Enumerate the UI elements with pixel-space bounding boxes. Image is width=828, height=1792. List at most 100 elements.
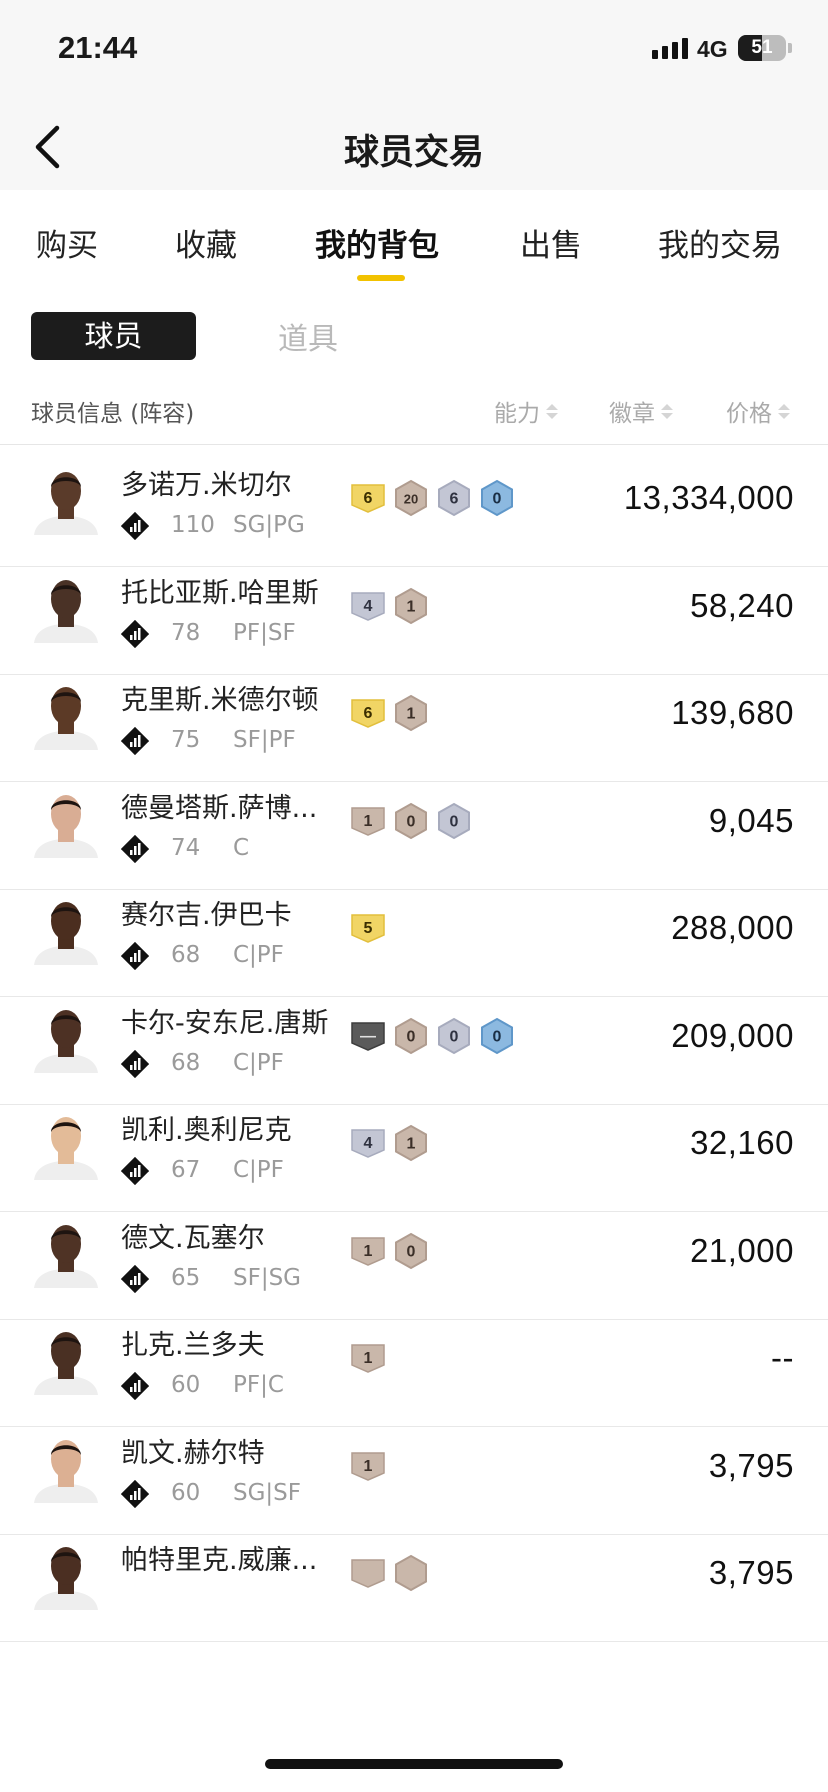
player-price: 21,000 [690, 1231, 794, 1269]
player-name: 赛尔吉.伊巴卡 [121, 900, 292, 931]
badge-bronze-icon: 1 [351, 1236, 385, 1266]
home-indicator [265, 1759, 563, 1769]
badge-value: 0 [407, 813, 416, 830]
player-row[interactable]: 扎克.兰多夫 60 PF|C 1 -- [0, 1305, 828, 1427]
badge-blue-icon: 0 [481, 479, 513, 517]
rating-chart-icon [121, 1157, 149, 1185]
back-button[interactable] [30, 122, 70, 172]
badge-bronze-icon: 1 [351, 806, 385, 836]
player-name: 德文.瓦塞尔 [121, 1222, 265, 1254]
rating-chart-icon [121, 619, 149, 648]
header-price-label: 价格 [726, 401, 772, 427]
badge-bronze-icon [351, 1559, 385, 1588]
player-position: SF|SG [233, 1264, 302, 1291]
badge-group: 6 20 6 0 [350, 479, 515, 517]
badge-bronze-icon: 1 [395, 1124, 427, 1162]
player-position: SG|PG [233, 512, 305, 538]
badge-value: 20 [404, 492, 418, 507]
signal-icon [652, 38, 688, 59]
player-row[interactable]: 德曼塔斯.萨博... 74 C 1 0 0 9,045 [0, 768, 828, 890]
player-price: 139,680 [671, 694, 794, 731]
badge-value: 1 [364, 813, 373, 830]
player-avatar [34, 1332, 98, 1395]
player-name: 凯利.奥利尼克 [121, 1115, 292, 1146]
player-row[interactable]: 德文.瓦塞尔 65 SF|SG 1 0 21,000 [0, 1198, 828, 1320]
player-row[interactable]: 赛尔吉.伊巴卡 68 C|PF 5 288,000 [0, 875, 828, 997]
player-position: PF|C [233, 1372, 284, 1398]
badge-value: 4 [364, 1135, 373, 1152]
badge-value: 1 [364, 1243, 373, 1260]
player-name: 卡尔-安东尼.唐斯 [121, 1007, 329, 1039]
rating-chart-icon [121, 1049, 149, 1078]
badge-silver-icon: 0 [438, 802, 470, 839]
badge-bronze-icon [395, 1554, 427, 1592]
rating-chart-icon [121, 512, 149, 540]
player-price: 3,795 [708, 1446, 794, 1484]
badge-gold-icon: 6 [351, 699, 385, 728]
player-row[interactable]: 托比亚斯.哈里斯 78 PF|SF 4 1 58,240 [0, 553, 828, 675]
player-row[interactable]: 凯文.赫尔特 60 SG|SF 1 3,795 [0, 1413, 828, 1535]
badge-bronze-icon: 20 [395, 479, 427, 517]
tab-my-bag[interactable]: 我的背包 [315, 220, 439, 265]
player-rating: 67 [171, 1157, 201, 1183]
player-position: C|PF [233, 942, 284, 968]
badge-silver-icon: 4 [351, 591, 385, 621]
player-name: 托比亚斯.哈里斯 [121, 577, 319, 609]
subtab-players[interactable]: 球员 [31, 312, 196, 360]
battery-tip [788, 43, 792, 53]
badge-silver-icon: 6 [438, 479, 470, 517]
rating-chart-icon [121, 1479, 149, 1508]
tab-favorites[interactable]: 收藏 [175, 220, 237, 265]
player-position: C|PF [233, 1049, 284, 1076]
tab-my-trades[interactable]: 我的交易 [658, 220, 782, 265]
table-header: 球员信息 (阵容) 能力 徽章 价格 [0, 380, 828, 445]
player-avatar [34, 579, 98, 643]
badge-value: 1 [364, 1350, 373, 1367]
player-avatar [34, 1117, 98, 1180]
player-price: 13,334,000 [623, 479, 794, 516]
player-row[interactable]: 多诺万.米切尔 110 SG|PG 6 20 6 0 13,334,000 [0, 445, 828, 567]
status-time: 21:44 [58, 30, 138, 65]
rating-chart-icon [121, 834, 149, 863]
player-position: SF|PF [233, 727, 296, 753]
player-rating: 60 [171, 1372, 201, 1398]
player-rating: 68 [171, 1049, 201, 1076]
badge-dark-icon: — [351, 1021, 385, 1051]
badge-gold-icon: 5 [351, 914, 385, 943]
badge-group [350, 1554, 429, 1592]
badge-value: 1 [407, 706, 416, 723]
player-rating: 75 [171, 727, 201, 753]
sort-ability-button[interactable]: 能力 [494, 394, 558, 428]
badge-bronze-icon: 1 [395, 694, 427, 732]
badge-value: 5 [364, 920, 373, 937]
tab-sell[interactable]: 出售 [520, 220, 582, 265]
player-rating: 74 [171, 834, 201, 861]
subtab-items[interactable]: 道具 [278, 314, 338, 358]
tab-buy[interactable]: 购买 [36, 220, 98, 265]
player-price: 32,160 [690, 1124, 794, 1161]
player-avatar [34, 687, 98, 750]
player-row[interactable]: 凯利.奥利尼克 67 C|PF 4 1 32,160 [0, 1090, 828, 1212]
player-avatar [34, 902, 98, 965]
player-name: 凯文.赫尔特 [121, 1437, 265, 1469]
battery-level: 51 [751, 37, 773, 58]
badge-value: 0 [450, 813, 459, 830]
player-row[interactable]: 帕特里克.威廉... 3,795 [0, 1520, 828, 1642]
badge-group: 61 [350, 694, 429, 732]
player-row[interactable]: 克里斯.米德尔顿 75 SF|PF 6 1 139,680 [0, 660, 828, 782]
badge-bronze-icon: 1 [351, 1451, 385, 1481]
sort-badge-button[interactable]: 徽章 [609, 394, 673, 428]
sort-arrows-icon [661, 403, 673, 419]
badge-group: 41 [350, 1124, 429, 1162]
badge-value: 0 [493, 491, 502, 508]
sort-price-button[interactable]: 价格 [726, 394, 790, 428]
player-avatar [34, 472, 98, 535]
player-row[interactable]: 卡尔-安东尼.唐斯 68 C|PF — 0 0 0 209,000 [0, 983, 828, 1105]
player-name: 扎克.兰多夫 [121, 1330, 265, 1361]
player-price: 58,240 [690, 586, 794, 624]
player-rating: 60 [171, 1479, 201, 1506]
player-avatar [34, 1009, 98, 1073]
badge-group: 1 0 0 [350, 802, 472, 840]
badge-group: 1 [350, 1339, 386, 1377]
player-avatar [34, 1439, 98, 1503]
